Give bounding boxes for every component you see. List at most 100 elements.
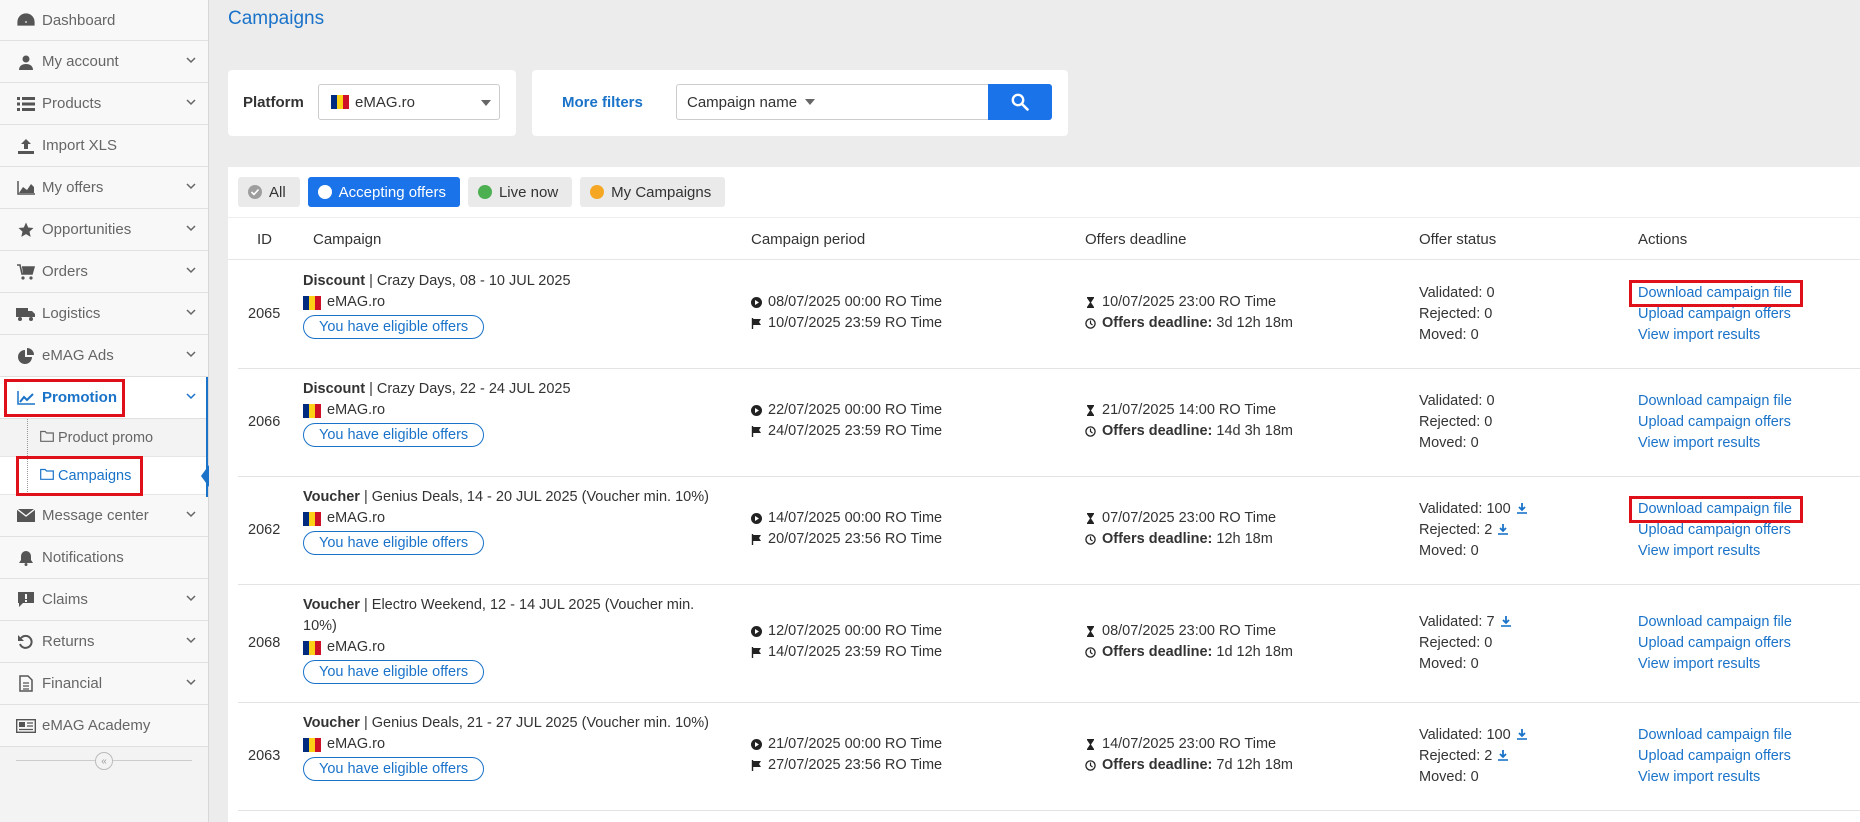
validated-label: Validated: xyxy=(1419,614,1483,630)
actions-cell: Download campaign file Upload campaign o… xyxy=(1638,391,1792,454)
period-start: 21/07/2025 00:00 RO Time xyxy=(768,736,943,752)
check-icon xyxy=(248,185,262,199)
play-circle-icon xyxy=(751,297,762,308)
period-end: 10/07/2025 23:59 RO Time xyxy=(768,315,943,331)
platform-select[interactable]: eMAG.ro xyxy=(318,84,500,120)
eligible-offers-button[interactable]: You have eligible offers xyxy=(303,315,485,339)
more-filters-link[interactable]: More filters xyxy=(562,94,643,111)
flag-icon xyxy=(751,534,761,545)
download-icon[interactable] xyxy=(1500,616,1511,627)
sidebar-item-dashboard[interactable]: Dashboard xyxy=(0,0,208,41)
rejected-label: Rejected: xyxy=(1419,748,1481,764)
sidebar-item-emag-academy[interactable]: eMAG Academy xyxy=(0,705,208,747)
download-icon[interactable] xyxy=(1516,729,1527,740)
sidebar-item-logistics[interactable]: Logistics xyxy=(0,293,208,335)
download-icon[interactable] xyxy=(1498,750,1509,761)
download-icon[interactable] xyxy=(1516,503,1527,514)
download-campaign-file-link[interactable]: Download campaign file xyxy=(1638,725,1792,746)
sidebar-item-opportunities[interactable]: Opportunities xyxy=(0,209,208,251)
deadline-cell: 08/07/2025 23:00 RO Time Offers deadline… xyxy=(1085,621,1293,663)
search-filter-card: More filters Campaign name xyxy=(532,70,1068,136)
campaign-platform: eMAG.ro xyxy=(327,736,386,752)
cart-icon xyxy=(16,262,36,282)
tab-all[interactable]: All xyxy=(238,177,300,207)
view-import-results-link[interactable]: View import results xyxy=(1638,433,1792,454)
sidebar-item-claims[interactable]: Claims xyxy=(0,579,208,621)
comment-alert-icon xyxy=(16,590,36,610)
tab-live-now[interactable]: Live now xyxy=(467,177,573,207)
period-end: 14/07/2025 23:59 RO Time xyxy=(768,644,943,660)
campaign-type: Voucher xyxy=(303,597,360,613)
view-import-results-link[interactable]: View import results xyxy=(1638,541,1792,562)
sidebar-item-message-center[interactable]: Message center xyxy=(0,495,208,537)
collapse-sidebar-icon[interactable]: « xyxy=(95,752,113,770)
sidebar-item-notifications[interactable]: Notifications xyxy=(0,537,208,579)
truck-icon xyxy=(16,304,36,324)
search-icon xyxy=(1011,93,1029,111)
moved-count: 0 xyxy=(1470,656,1479,672)
chevron-down-icon xyxy=(186,183,196,190)
rejected-label: Rejected: xyxy=(1419,414,1481,430)
actions-cell: Download campaign file Upload campaign o… xyxy=(1638,499,1792,562)
period-end: 24/07/2025 23:59 RO Time xyxy=(768,423,943,439)
clock-icon xyxy=(1085,760,1096,771)
validated-count: 7 xyxy=(1486,614,1495,630)
sidebar-item-products[interactable]: Products xyxy=(0,83,208,125)
sidebar-item-label: Logistics xyxy=(42,305,101,322)
caret-down-icon xyxy=(481,100,491,106)
sidebar-item-my-account[interactable]: My account xyxy=(0,41,208,83)
sidebar-item-label: Notifications xyxy=(42,549,124,566)
sidebar-item-orders[interactable]: Orders xyxy=(0,251,208,293)
sidebar-item-label: My account xyxy=(42,53,119,70)
search-button[interactable] xyxy=(988,84,1052,120)
sidebar-item-returns[interactable]: Returns xyxy=(0,621,208,663)
tab-label: All xyxy=(269,183,286,201)
eligible-offers-button[interactable]: You have eligible offers xyxy=(303,757,485,781)
campaign-cell: Discount | Crazy Days, 22 - 24 JUL 2025 … xyxy=(303,379,713,447)
upload-campaign-offers-link[interactable]: Upload campaign offers xyxy=(1638,412,1792,433)
period-cell: 12/07/2025 00:00 RO Time 14/07/2025 23:5… xyxy=(751,621,942,663)
romania-flag-icon xyxy=(303,295,321,310)
upload-campaign-offers-link[interactable]: Upload campaign offers xyxy=(1638,304,1792,325)
deadline-remaining: 1d 12h 18m xyxy=(1216,644,1293,660)
sidebar-subitem-product-promo[interactable]: Product promo xyxy=(0,419,208,457)
period-end: 20/07/2025 23:56 RO Time xyxy=(768,531,943,547)
envelope-icon xyxy=(16,506,36,526)
deadline-remaining: 14d 3h 18m xyxy=(1216,423,1293,439)
upload-campaign-offers-link[interactable]: Upload campaign offers xyxy=(1638,633,1792,654)
download-campaign-file-link[interactable]: Download campaign file xyxy=(1638,283,1792,304)
eligible-offers-button[interactable]: You have eligible offers xyxy=(303,423,485,447)
view-import-results-link[interactable]: View import results xyxy=(1638,325,1792,346)
sidebar-item-import-xls[interactable]: Import XLS xyxy=(0,125,208,167)
sidebar-item-label: Import XLS xyxy=(42,137,118,154)
download-campaign-file-link[interactable]: Download campaign file xyxy=(1638,612,1792,633)
eligible-offers-button[interactable]: You have eligible offers xyxy=(303,531,485,555)
download-icon[interactable] xyxy=(1498,524,1509,535)
moved-count: 0 xyxy=(1470,327,1479,343)
view-import-results-link[interactable]: View import results xyxy=(1638,767,1792,788)
deadline-remaining: 12h 18m xyxy=(1216,531,1273,547)
view-import-results-link[interactable]: View import results xyxy=(1638,654,1792,675)
hourglass-icon xyxy=(1087,739,1094,750)
eligible-offers-button[interactable]: You have eligible offers xyxy=(303,660,485,684)
download-campaign-file-link[interactable]: Download campaign file xyxy=(1638,391,1792,412)
sidebar-item-promotion[interactable]: Promotion xyxy=(0,377,208,419)
sidebar-item-emag-ads[interactable]: eMAG Ads xyxy=(0,335,208,377)
upload-campaign-offers-link[interactable]: Upload campaign offers xyxy=(1638,746,1792,767)
period-start: 12/07/2025 00:00 RO Time xyxy=(768,623,943,639)
sidebar-item-my-offers[interactable]: My offers xyxy=(0,167,208,209)
tab-my-campaigns[interactable]: My Campaigns xyxy=(580,177,726,207)
sidebar-item-financial[interactable]: Financial xyxy=(0,663,208,705)
download-campaign-file-link[interactable]: Download campaign file xyxy=(1638,499,1792,520)
undo-icon xyxy=(16,632,36,652)
rejected-count: 0 xyxy=(1484,414,1493,430)
upload-campaign-offers-link[interactable]: Upload campaign offers xyxy=(1638,520,1792,541)
sidebar-subitem-campaigns[interactable]: Campaigns xyxy=(0,457,209,495)
flag-icon xyxy=(751,647,761,658)
tab-accepting-offers[interactable]: Accepting offers xyxy=(307,177,460,207)
campaign-cell: Voucher | Electro Weekend, 12 - 14 JUL 2… xyxy=(303,595,713,684)
actions-cell: Download campaign file Upload campaign o… xyxy=(1638,612,1792,675)
deadline-date: 21/07/2025 14:00 RO Time xyxy=(1102,402,1277,418)
sidebar-item-label: eMAG Ads xyxy=(42,347,114,364)
campaign-name-select[interactable]: Campaign name xyxy=(676,84,988,120)
